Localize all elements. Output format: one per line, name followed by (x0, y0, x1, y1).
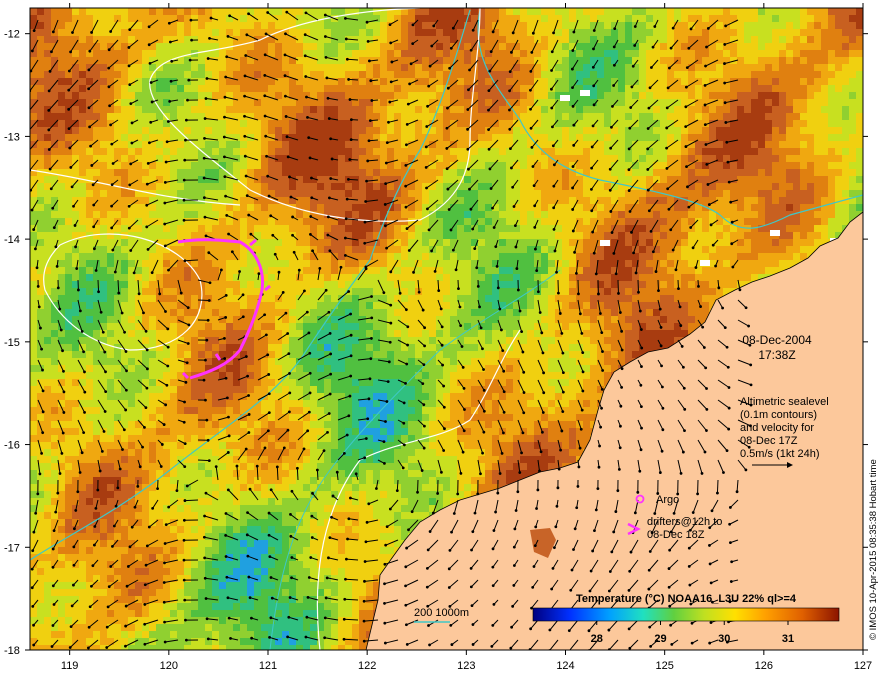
y-tick-label: -13 (4, 131, 20, 143)
x-tick-label: 125 (655, 660, 673, 672)
drifters-label-2: 08-Dec 18Z (647, 529, 705, 541)
legend-line-1: Altimetric sealevel (740, 396, 829, 408)
y-tick-label: -14 (4, 234, 20, 246)
colorbar-tick-label: 29 (654, 633, 666, 645)
x-tick-label: 127 (854, 660, 872, 672)
y-tick-label: -18 (4, 645, 20, 657)
colorbar-tick-label: 31 (782, 633, 794, 645)
x-tick-label: 122 (358, 660, 376, 672)
y-tick-label: -12 (4, 29, 20, 41)
x-tick-label: 124 (556, 660, 574, 672)
depth-legend-label: 200 1000m (414, 607, 469, 619)
legend-line-5: 0.5m/s (1kt 24h) (740, 448, 819, 460)
x-tick-label: 126 (755, 660, 773, 672)
colorbar-tick-label: 30 (718, 633, 730, 645)
legend-line-4: 08-Dec 17Z (740, 435, 798, 447)
y-tick-label: -17 (4, 542, 20, 554)
legend-line-2: (0.1m contours) (740, 409, 817, 421)
time-label: 17:38Z (758, 348, 795, 362)
drifters-label-1: drifters@12h to (647, 516, 722, 528)
legend-line-3: and velocity for (740, 422, 814, 434)
colorbar-gradient (532, 607, 840, 622)
y-tick-label: -16 (4, 440, 20, 452)
date-label: 08-Dec-2004 (742, 333, 812, 347)
x-tick-label: 120 (160, 660, 178, 672)
sst-map-figure: 119 120 121 122 123 124 125 126 127 -12 -13 -14 -15 -… (4, 3, 879, 672)
argo-label: Argo (656, 494, 679, 506)
credit-text: © IMOS 10-Apr-2015 08:35:38 Hobart time (868, 459, 879, 640)
y-tick-label: -15 (4, 337, 20, 349)
x-tick-label: 121 (259, 660, 277, 672)
colorbar-tick-label: 28 (591, 633, 603, 645)
colorbar-title: Temperature (°C) NOAA16_L3U 22% ql>=4 (576, 593, 797, 605)
x-tick-label: 123 (457, 660, 475, 672)
x-tick-label: 119 (61, 660, 79, 672)
